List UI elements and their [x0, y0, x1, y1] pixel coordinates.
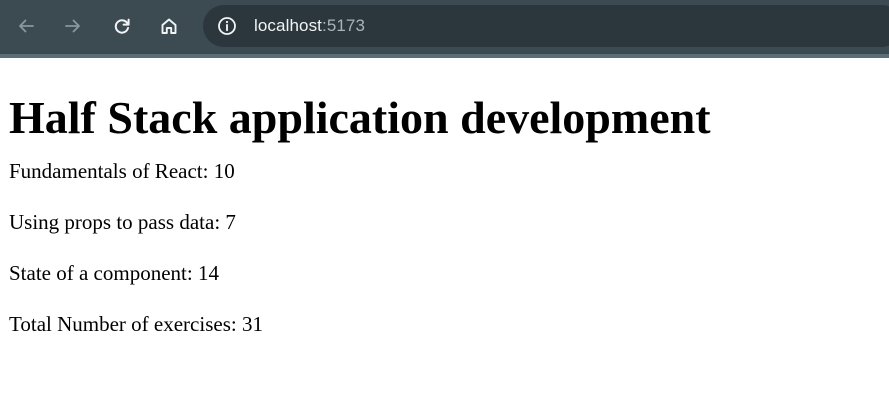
part-name: State of a component: [9, 261, 187, 285]
home-icon: [161, 18, 177, 34]
forward-button[interactable]: [57, 10, 89, 42]
info-circle-icon: [218, 17, 236, 35]
part-paragraph: State of a component: 14: [9, 261, 219, 285]
total-value: 31: [241, 312, 263, 336]
total-label: Total Number of exercises: [9, 312, 231, 336]
reload-button[interactable]: [106, 10, 138, 42]
arrow-right-icon: [65, 19, 80, 33]
page-content: Half Stack application development Funda…: [0, 58, 889, 400]
url-port: :5173: [322, 16, 366, 35]
address-bar[interactable]: localhost:5173: [203, 5, 889, 47]
back-button[interactable]: [10, 10, 42, 42]
part-exercises: 10: [213, 159, 235, 183]
part-paragraph: Using props to pass data: 7: [9, 210, 236, 234]
part-paragraph: Fundamentals of React: 10: [9, 159, 235, 183]
browser-toolbar: localhost:5173: [0, 0, 889, 58]
url-host: localhost: [254, 16, 322, 35]
reload-icon: [114, 18, 130, 34]
course-header: Half Stack application development: [9, 92, 711, 143]
part-exercises: 7: [225, 210, 236, 234]
url-text[interactable]: localhost:5173: [254, 16, 365, 36]
part-exercises: 14: [197, 261, 219, 285]
home-button[interactable]: [153, 10, 185, 42]
total-paragraph: Total Number of exercises: 31: [9, 312, 263, 336]
part-name: Fundamentals of React: [9, 159, 203, 183]
site-info-button[interactable]: [211, 10, 243, 42]
arrow-left-icon: [19, 19, 34, 33]
part-name: Using props to pass data: [9, 210, 215, 234]
